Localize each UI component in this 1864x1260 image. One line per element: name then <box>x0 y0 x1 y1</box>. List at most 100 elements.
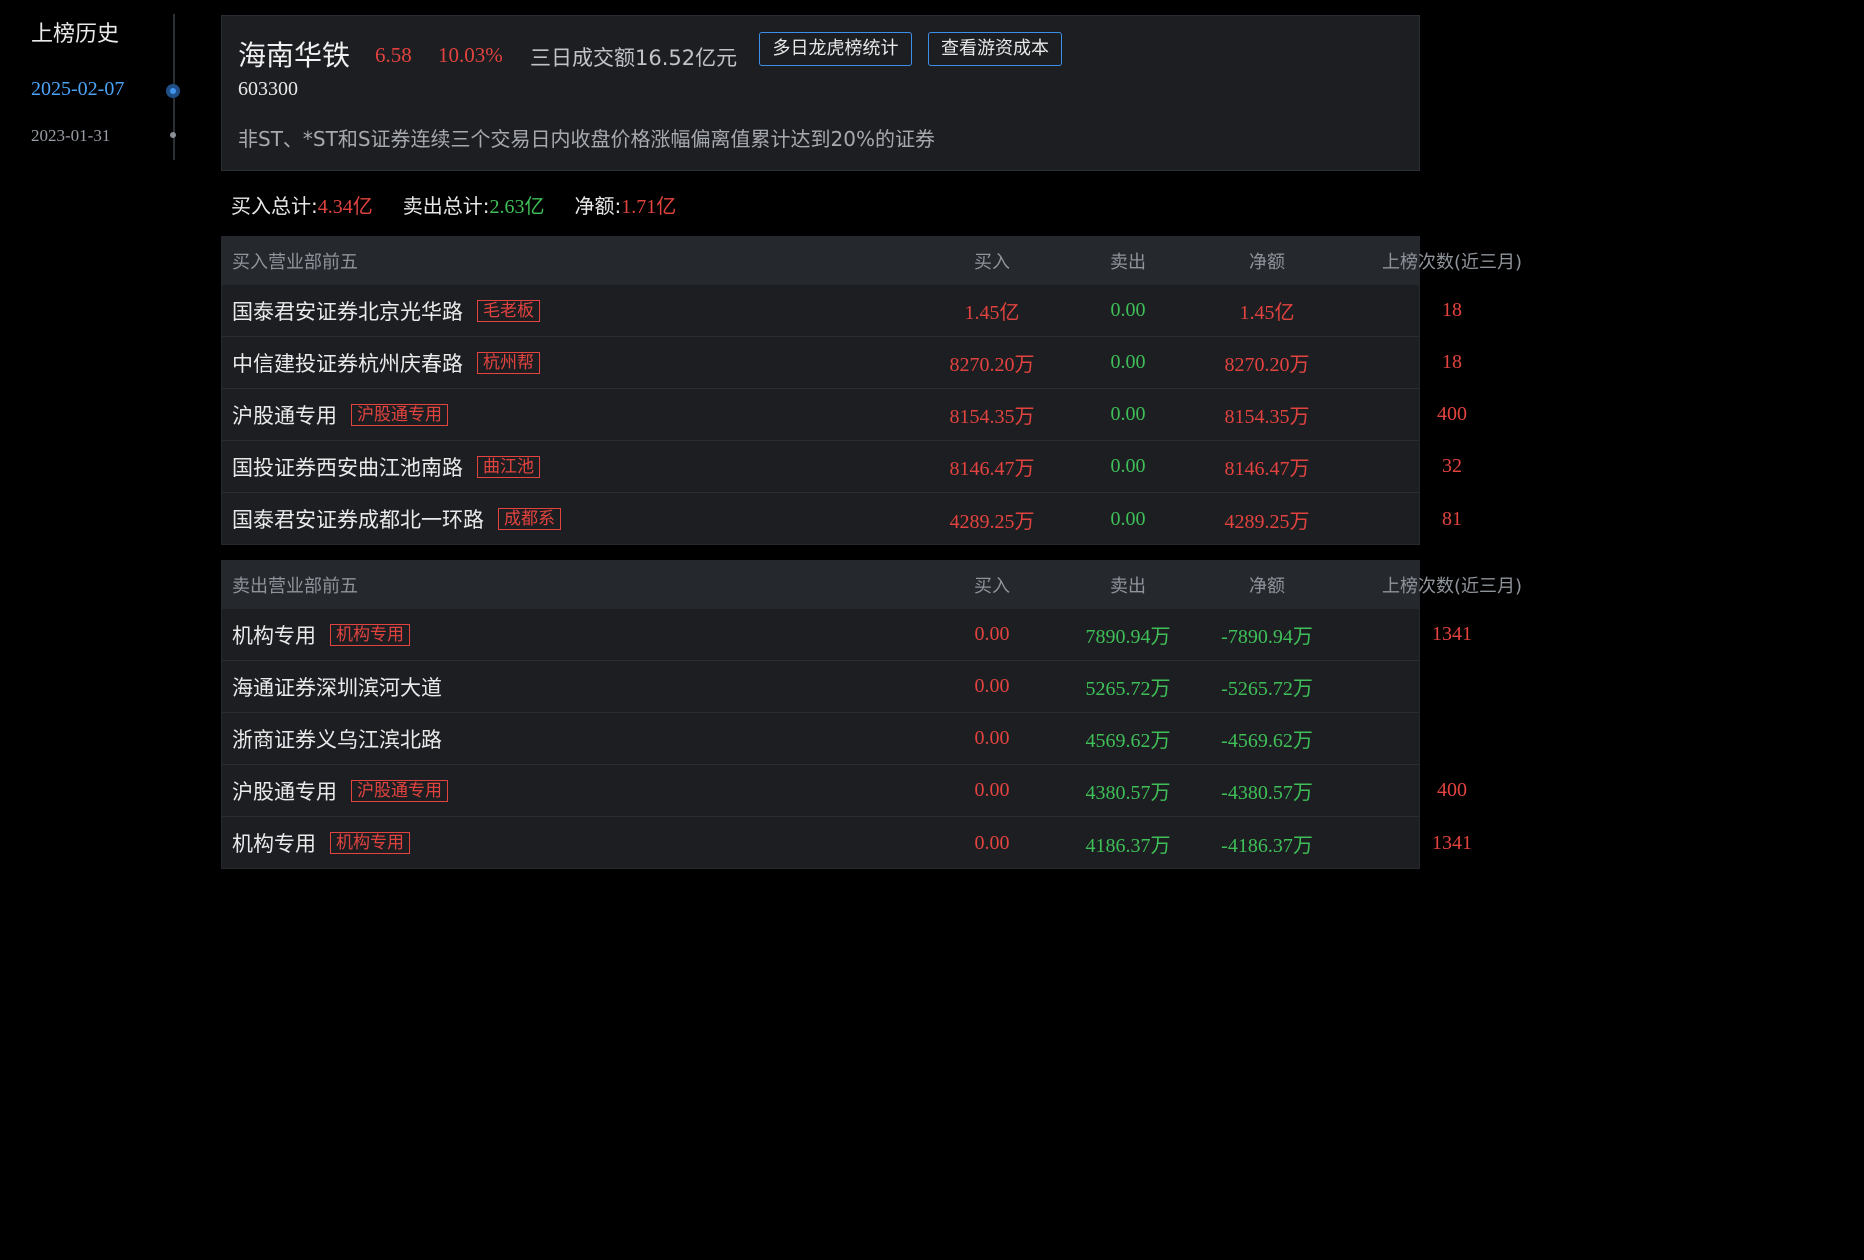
sell-amount: 0.00 <box>1110 299 1146 321</box>
listing-count: 18 <box>1442 299 1462 321</box>
header-sell: 卖出 <box>1110 576 1146 597</box>
listing-count: 32 <box>1442 455 1462 477</box>
sell-total-value: 2.63亿 <box>489 196 545 218</box>
seat-name[interactable]: 国投证券西安曲江池南路 <box>232 452 463 482</box>
timeline-dot <box>170 132 176 138</box>
table-row[interactable]: 国投证券西安曲江池南路 曲江池 8146.47万 0.00 8146.47万 32 <box>222 441 1462 493</box>
listing-count <box>1362 713 1542 764</box>
header-buy: 买入 <box>974 576 1010 597</box>
sell-amount: 0.00 <box>1110 403 1146 425</box>
listing-count: 400 <box>1437 779 1467 801</box>
seat-tag: 沪股通专用 <box>351 403 448 426</box>
header-count: 上榜次数(近三月) <box>1381 576 1523 597</box>
seat-name[interactable]: 机构专用 <box>232 828 316 858</box>
buy-amount: 0.00 <box>974 675 1010 697</box>
listing-count: 1341 <box>1432 623 1472 645</box>
listing-count <box>1362 661 1542 712</box>
table-row[interactable]: 机构专用 机构专用 0.00 7890.94万 -7890.94万 1341 <box>222 609 1472 661</box>
history-date-item[interactable]: 2023-01-31 <box>31 126 110 146</box>
header-net: 净额 <box>1249 252 1285 273</box>
timeline-dot-active <box>166 84 180 98</box>
buy-amount: 4289.25万 <box>949 510 1035 533</box>
seat-name[interactable]: 海通证券深圳滨河大道 <box>232 672 442 702</box>
buy-amount: 8154.35万 <box>949 406 1035 428</box>
stock-change-pct: 10.03% <box>438 43 503 67</box>
sell-amount: 4380.57万 <box>1085 782 1171 804</box>
totals-summary: 买入总计:4.34亿 卖出总计:2.63亿 净额:1.71亿 <box>231 190 676 219</box>
table-row[interactable]: 沪股通专用 沪股通专用 8154.35万 0.00 8154.35万 400 <box>222 389 1467 441</box>
seat-name[interactable]: 中信建投证券杭州庆春路 <box>232 348 463 378</box>
net-total-value: 1.71亿 <box>621 196 677 218</box>
table-row[interactable]: 国泰君安证券北京光华路 毛老板 1.45亿 0.00 1.45亿 18 <box>222 285 1462 337</box>
header-name: 买入营业部前五 <box>232 252 358 273</box>
sell-amount: 0.00 <box>1110 507 1146 530</box>
sell-amount: 7890.94万 <box>1085 626 1171 648</box>
sell-seats-table: 卖出营业部前五 买入 卖出 净额 上榜次数(近三月) 机构专用 机构专用 0.00… <box>221 560 1522 869</box>
table-row[interactable]: 浙商证券义乌江滨北路 0.00 4569.62万 -4569.62万 <box>222 713 1419 765</box>
seat-name[interactable]: 浙商证券义乌江滨北路 <box>232 724 442 754</box>
buy-amount: 8270.20万 <box>949 354 1035 376</box>
table-row[interactable]: 沪股通专用 沪股通专用 0.00 4380.57万 -4380.57万 400 <box>222 765 1467 817</box>
sell-amount: 0.00 <box>1110 351 1146 373</box>
sell-total-label: 卖出总计: <box>402 194 490 218</box>
sell-amount: 4186.37万 <box>1085 834 1171 857</box>
stock-price: 6.58 <box>375 43 412 67</box>
seat-tag: 沪股通专用 <box>351 779 448 802</box>
three-day-turnover: 三日成交额16.52亿元 <box>530 46 738 70</box>
stock-code: 603300 <box>238 78 298 100</box>
sell-amount: 4569.62万 <box>1085 730 1171 752</box>
seat-tag: 杭州帮 <box>477 351 540 374</box>
net-amount: 8154.35万 <box>1224 406 1310 428</box>
table-row[interactable]: 中信建投证券杭州庆春路 杭州帮 8270.20万 0.00 8270.20万 18 <box>222 337 1462 389</box>
net-total-label: 净额: <box>574 194 622 218</box>
net-amount: -7890.94万 <box>1221 626 1313 648</box>
buy-amount: 0.00 <box>974 727 1010 749</box>
seat-name[interactable]: 沪股通专用 <box>232 776 337 806</box>
net-amount: 1.45亿 <box>1239 302 1295 324</box>
buy-amount: 0.00 <box>974 779 1010 801</box>
seat-name[interactable]: 机构专用 <box>232 620 316 650</box>
table-header: 买入营业部前五 买入 卖出 净额 上榜次数(近三月) <box>222 237 1522 285</box>
sell-amount: 0.00 <box>1110 455 1146 477</box>
net-amount: -4186.37万 <box>1221 834 1313 857</box>
seat-tag: 曲江池 <box>477 455 540 478</box>
stock-name: 海南华铁 <box>238 39 351 72</box>
listing-reason: 非ST、*ST和S证券连续三个交易日内收盘价格涨幅偏离值累计达到20%的证券 <box>238 127 935 151</box>
listing-count: 18 <box>1442 351 1462 373</box>
header-sell: 卖出 <box>1110 252 1146 273</box>
buy-seats-table: 买入营业部前五 买入 卖出 净额 上榜次数(近三月) 国泰君安证券北京光华路 毛老… <box>221 236 1522 545</box>
listing-count: 1341 <box>1432 831 1472 854</box>
buy-amount: 0.00 <box>974 831 1010 854</box>
net-amount: 8146.47万 <box>1224 458 1310 480</box>
buy-amount: 0.00 <box>974 623 1010 645</box>
net-amount: -4569.62万 <box>1221 730 1313 752</box>
seat-tag: 机构专用 <box>330 623 410 646</box>
header-count: 上榜次数(近三月) <box>1381 252 1523 273</box>
buy-total-label: 买入总计: <box>231 194 318 218</box>
listing-count: 400 <box>1437 403 1467 425</box>
stock-info-card: 海南华铁 6.58 10.03% 三日成交额16.52亿元 多日龙虎榜统计 查看… <box>221 15 1420 171</box>
header-net: 净额 <box>1249 576 1285 597</box>
buy-amount: 1.45亿 <box>964 302 1020 324</box>
table-header: 卖出营业部前五 买入 卖出 净额 上榜次数(近三月) <box>222 561 1522 609</box>
seat-tag: 成都系 <box>498 508 561 530</box>
history-title: 上榜历史 <box>31 22 120 47</box>
net-amount: 4289.25万 <box>1224 510 1310 533</box>
buy-amount: 8146.47万 <box>949 458 1035 480</box>
table-row[interactable]: 国泰君安证券成都北一环路 成都系 4289.25万 0.00 4289.25万 8… <box>222 493 1462 545</box>
multi-day-stats-button[interactable]: 多日龙虎榜统计 <box>759 32 912 66</box>
table-row[interactable]: 海通证券深圳滨河大道 0.00 5265.72万 -5265.72万 <box>222 661 1419 713</box>
net-amount: -5265.72万 <box>1221 678 1313 700</box>
sell-amount: 5265.72万 <box>1085 678 1171 700</box>
history-panel: 上榜历史 2025-02-07 2023-01-31 <box>0 0 210 170</box>
history-date-item[interactable]: 2025-02-07 <box>31 78 124 101</box>
seat-tag: 机构专用 <box>330 832 410 854</box>
view-cost-button[interactable]: 查看游资成本 <box>928 32 1062 66</box>
seat-name[interactable]: 国泰君安证券北京光华路 <box>232 296 463 326</box>
seat-name[interactable]: 沪股通专用 <box>232 400 337 430</box>
seat-name[interactable]: 国泰君安证券成都北一环路 <box>232 504 484 534</box>
table-row[interactable]: 机构专用 机构专用 0.00 4186.37万 -4186.37万 1341 <box>222 817 1472 869</box>
buy-total-value: 4.34亿 <box>317 196 373 218</box>
header-buy: 买入 <box>974 252 1010 273</box>
listing-count: 81 <box>1442 507 1462 530</box>
